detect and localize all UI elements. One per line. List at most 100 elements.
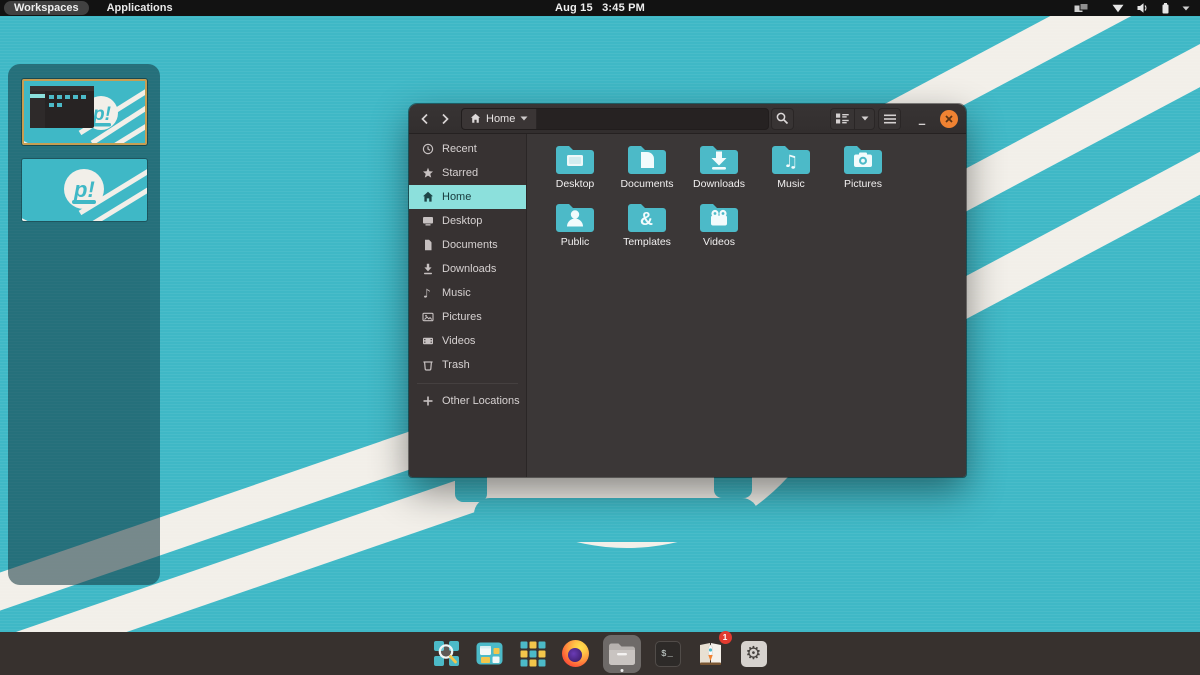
- clock-date: Aug 15: [554, 2, 593, 14]
- path-bar[interactable]: Home: [461, 107, 769, 130]
- sidebar-item-recent[interactable]: Recent: [409, 137, 526, 161]
- firefox-icon: [562, 640, 589, 667]
- path-caret-icon: [520, 116, 528, 121]
- sidebar-item-downloads[interactable]: Downloads: [409, 257, 526, 281]
- mini-window: [30, 86, 94, 128]
- path-segment-home[interactable]: Home: [462, 108, 538, 129]
- sidebar-item-pictures[interactable]: Pictures: [409, 305, 526, 329]
- trash-icon: [423, 361, 433, 371]
- search-icon: [776, 112, 789, 125]
- picture-icon: [422, 312, 434, 322]
- app-grid-icon: [520, 641, 545, 666]
- folder-icon: [844, 146, 882, 174]
- dock-item-app-grid[interactable]: [517, 635, 549, 673]
- sidebar-item-home[interactable]: Home: [409, 185, 526, 209]
- file-label: Music: [777, 178, 805, 190]
- sidebar-label: Recent: [442, 143, 477, 155]
- window-body: Recent Starred Home Desktop Documents Do…: [409, 134, 966, 477]
- sidebar-item-videos[interactable]: Videos: [409, 329, 526, 353]
- file-grid: Desktop Documents Downloads ♫ Music Pict…: [527, 134, 966, 477]
- svg-text:p!: p!: [92, 104, 111, 125]
- sidebar-item-starred[interactable]: Starred: [409, 161, 526, 185]
- plus-icon: [423, 396, 433, 406]
- file-item-downloads[interactable]: Downloads: [683, 140, 755, 198]
- clock-time: 3:45 PM: [602, 2, 646, 14]
- search-button[interactable]: [771, 107, 794, 130]
- file-item-videos[interactable]: Videos: [683, 198, 755, 256]
- workspace-switcher: p! p!: [8, 64, 160, 585]
- sidebar-item-desktop[interactable]: Desktop: [409, 209, 526, 233]
- workspace2-preview: p!: [22, 159, 147, 221]
- minimize-button[interactable]: –: [913, 109, 931, 130]
- hamburger-icon: [883, 114, 896, 123]
- file-item-documents[interactable]: Documents: [611, 140, 683, 198]
- back-button[interactable]: [415, 109, 435, 129]
- dock-item-firefox[interactable]: [560, 635, 592, 673]
- svg-text:♫: ♫: [783, 152, 798, 172]
- system-tray[interactable]: [1074, 2, 1200, 14]
- gear-icon: ⚙: [740, 640, 767, 667]
- file-label: Downloads: [693, 178, 745, 190]
- view-toggle-button[interactable]: [830, 107, 854, 130]
- sidebar-label: Documents: [442, 239, 498, 251]
- view-options-button[interactable]: [854, 107, 875, 130]
- folder-icon: [556, 146, 594, 174]
- file-item-pictures[interactable]: Pictures: [827, 140, 899, 198]
- workspace-thumbnail-inactive[interactable]: p!: [22, 159, 147, 221]
- sidebar-item-documents[interactable]: Documents: [409, 233, 526, 257]
- chevron-left-icon: [421, 113, 428, 124]
- close-button[interactable]: [940, 109, 958, 128]
- pop-workspaces-icon: [476, 642, 503, 665]
- dock-item-pop-workspaces[interactable]: [474, 635, 506, 673]
- screens-icon: [1074, 2, 1089, 12]
- sidebar-separator: [417, 383, 518, 384]
- dock-item-settings[interactable]: ⚙: [738, 635, 770, 673]
- sidebar: Recent Starred Home Desktop Documents Do…: [409, 134, 527, 477]
- menu-button[interactable]: [878, 107, 901, 130]
- recent-icon: [422, 143, 434, 155]
- file-label: Desktop: [555, 178, 595, 190]
- sidebar-label: Pictures: [442, 311, 482, 323]
- film-icon: [423, 337, 433, 345]
- file-label: Documents: [620, 178, 674, 190]
- file-item-public[interactable]: Public: [539, 198, 611, 256]
- desktop-icon: [423, 217, 433, 226]
- workspace-thumbnail-active[interactable]: p!: [22, 79, 147, 145]
- file-item-templates[interactable]: & Templates: [611, 198, 683, 256]
- dock-item-files[interactable]: [602, 634, 641, 673]
- folder-icon: [700, 146, 738, 174]
- sidebar-label: Other Locations: [442, 395, 520, 407]
- star-icon: [423, 167, 433, 178]
- sidebar-item-music[interactable]: ♪ Music: [409, 281, 526, 305]
- file-label: Videos: [703, 236, 735, 248]
- download-icon: [424, 263, 432, 275]
- file-item-music[interactable]: ♫ Music: [755, 140, 827, 198]
- network-icon: [1112, 4, 1124, 12]
- sidebar-label: Home: [442, 191, 472, 203]
- file-label: Pictures: [844, 178, 882, 190]
- sidebar-item-other-locations[interactable]: Other Locations: [409, 389, 526, 413]
- files-window: Home – Recent Starred Home Desktop Docum…: [409, 104, 966, 477]
- svg-text:♪: ♪: [423, 287, 431, 299]
- gear-glyph: ⚙: [745, 642, 762, 664]
- sidebar-item-trash[interactable]: Trash: [409, 353, 526, 377]
- dock-item-pop-launcher[interactable]: [431, 635, 463, 673]
- files-icon: [608, 643, 635, 665]
- path-location-label: Home: [486, 112, 516, 125]
- file-item-desktop[interactable]: Desktop: [539, 140, 611, 198]
- sidebar-label: Trash: [442, 359, 470, 371]
- dock-item-terminal[interactable]: $_: [652, 635, 684, 673]
- document-icon: [425, 239, 432, 251]
- chevron-right-icon: [442, 113, 449, 124]
- headerbar: Home –: [409, 104, 966, 134]
- sidebar-label: Starred: [442, 167, 479, 179]
- sidebar-label: Desktop: [442, 215, 483, 227]
- pop-launcher-icon: [434, 641, 459, 666]
- terminal-glyph: $_: [661, 648, 674, 659]
- clock-button[interactable]: Aug 15 3:45 PM: [0, 2, 1200, 14]
- forward-button[interactable]: [435, 109, 455, 129]
- pop-shop-icon: [700, 643, 721, 665]
- svg-text:p!: p!: [73, 177, 95, 202]
- home-icon: [423, 191, 433, 202]
- dock-item-pop-shop[interactable]: 1: [695, 630, 732, 673]
